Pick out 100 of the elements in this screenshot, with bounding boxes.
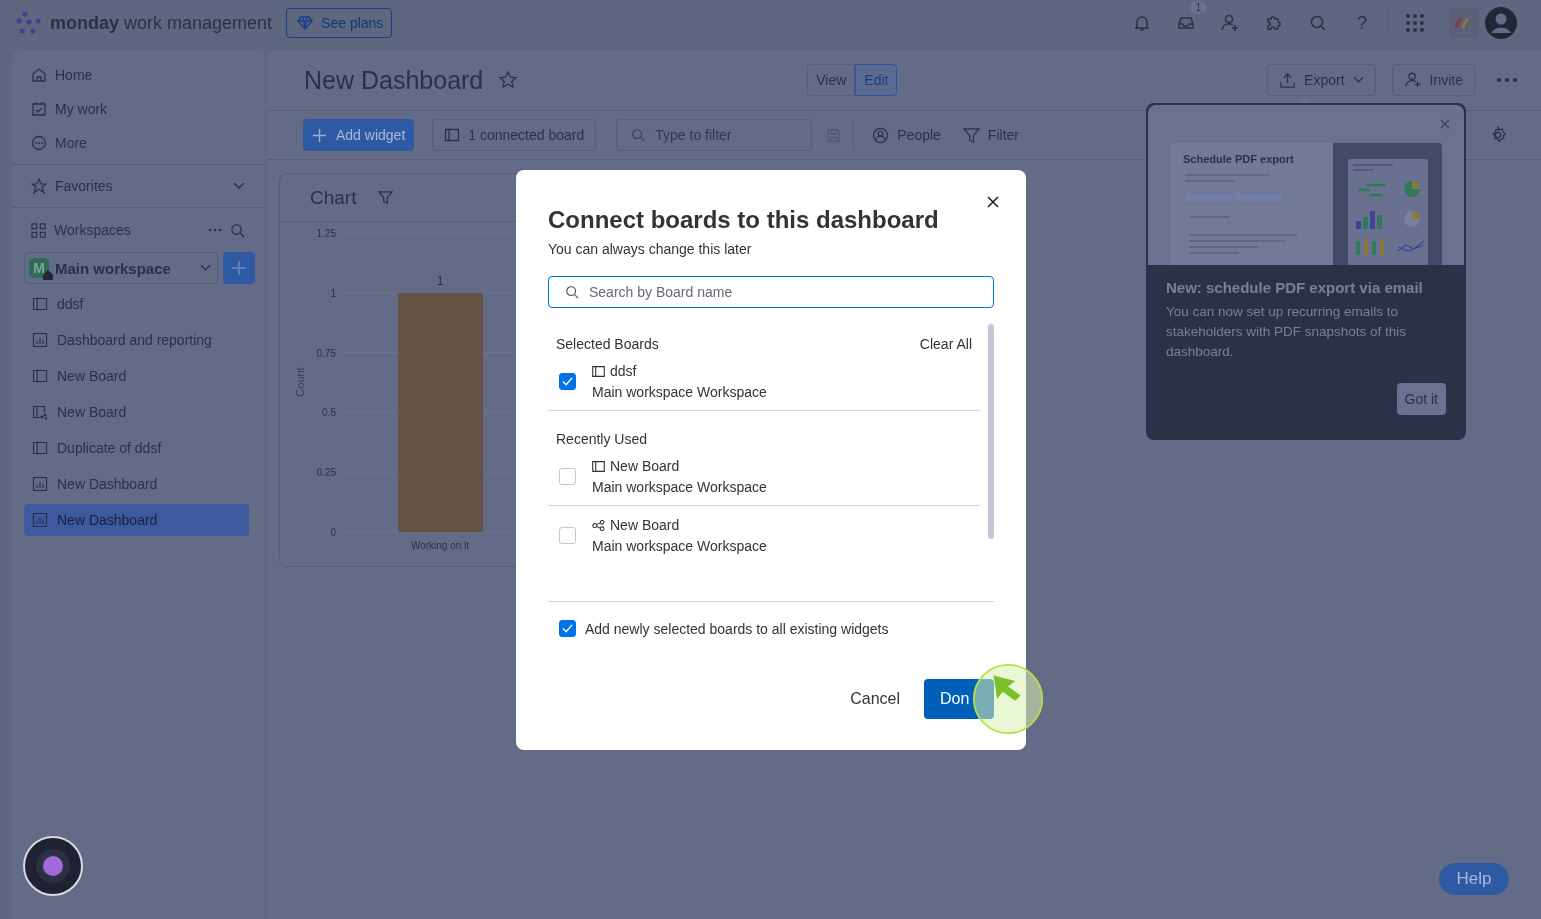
- nav-item[interactable]: Home: [12, 58, 265, 92]
- more-icon[interactable]: [1497, 78, 1517, 82]
- board-list-item[interactable]: Dashboard and reporting: [24, 324, 249, 356]
- share-icon: [592, 519, 605, 531]
- more-icon[interactable]: [208, 228, 222, 232]
- add-person-icon[interactable]: [1220, 13, 1240, 33]
- checkbox[interactable]: [559, 468, 576, 485]
- popover-title: New: schedule PDF export via email: [1166, 279, 1424, 296]
- filter-icon[interactable]: [378, 190, 394, 205]
- tick-label: 1.25: [316, 228, 336, 239]
- more-icon: [31, 135, 47, 151]
- checkbox-label[interactable]: Add newly selected boards to all existing widgets: [585, 620, 889, 637]
- widget-title: Chart: [310, 186, 357, 209]
- board-list-item[interactable]: Duplicate of ddsf: [24, 432, 249, 464]
- help-icon[interactable]: ?: [1352, 12, 1372, 34]
- dashboard-icon: [32, 332, 48, 348]
- avatar-icon[interactable]: [1485, 7, 1517, 39]
- tick-label: 0.75: [316, 347, 336, 359]
- search-field[interactable]: Search by Board name: [548, 276, 994, 308]
- cursor-highlight-icon: [972, 663, 1044, 735]
- star-icon: [31, 178, 47, 194]
- tick-label: 1: [330, 287, 336, 299]
- workspace-name: Main workspace Workspace: [592, 479, 767, 495]
- board-name: New Board: [610, 517, 680, 533]
- close-icon[interactable]: [987, 196, 999, 208]
- tick-label: 0.5: [322, 407, 336, 419]
- dialog-subtitle: You can always change this later: [548, 241, 753, 257]
- product-name: monday work management: [50, 12, 273, 34]
- tick-label: 0: [330, 527, 336, 538]
- home-icon: [31, 67, 47, 83]
- workspaces-label: Workspaces: [54, 222, 132, 238]
- dashboard-icon: [32, 476, 48, 492]
- clear-all-link[interactable]: Clear All: [919, 336, 972, 352]
- workspace-name: Main workspace Workspace: [592, 384, 767, 400]
- invite-button[interactable]: Invite: [1391, 64, 1475, 96]
- chevron-icon[interactable]: [233, 182, 245, 190]
- save-icon[interactable]: [826, 127, 842, 143]
- section-title: Recently Used: [556, 431, 648, 447]
- search-icon[interactable]: [230, 222, 245, 238]
- person-icon: [872, 126, 890, 144]
- upload-icon: [1279, 71, 1297, 89]
- board-list-item[interactable]: ddsf: [24, 288, 249, 320]
- favorites-label[interactable]: Favorites: [55, 178, 225, 194]
- see-plans-button[interactable]: See plans: [286, 8, 393, 38]
- search-icon[interactable]: [1308, 13, 1328, 33]
- board-name: ddsf: [610, 363, 637, 379]
- workspace-name: Main workspace Workspace: [592, 538, 767, 554]
- board-icon: [32, 440, 48, 456]
- board-name: New Board: [610, 458, 680, 474]
- search-icon: [631, 128, 646, 142]
- board-icon: [32, 296, 48, 312]
- nav-item[interactable]: More: [12, 126, 265, 160]
- board-list-item[interactable]: New Board: [24, 360, 249, 392]
- star-icon[interactable]: [499, 71, 518, 89]
- board-icon: [32, 368, 48, 384]
- filter-button[interactable]: Filter: [956, 126, 1025, 144]
- grid-icon: [31, 222, 46, 238]
- mode-tab[interactable]: Edit: [855, 64, 898, 96]
- plus-icon: [231, 260, 247, 276]
- checkbox[interactable]: [559, 620, 576, 637]
- preview-title: Schedule PDF export: [1183, 153, 1295, 165]
- shared-board-icon: [32, 404, 48, 420]
- got-it-button[interactable]: Got it: [1396, 383, 1446, 415]
- board-icon: [592, 365, 605, 377]
- checkmark-icon: [562, 624, 573, 633]
- apps-grid-icon[interactable]: [1405, 13, 1425, 33]
- diamond-icon: [297, 16, 314, 30]
- section-title: Selected Boards: [556, 336, 659, 352]
- nav-item[interactable]: My work: [12, 92, 265, 126]
- workspace-dropdown[interactable]: M Main workspace: [24, 252, 218, 284]
- board-list-item[interactable]: New Dashboard: [24, 504, 249, 536]
- done-button[interactable]: Don: [924, 679, 994, 719]
- puzzle-icon[interactable]: [1264, 13, 1284, 33]
- bell-icon[interactable]: [1132, 13, 1152, 33]
- chevron-icon: [1352, 76, 1364, 84]
- logo-icon: [16, 11, 42, 35]
- add-button[interactable]: [223, 252, 255, 284]
- connected-boards-button[interactable]: 1 connected board: [432, 119, 597, 151]
- dialog-title: Connect boards to this dashboard: [548, 206, 940, 234]
- help-button[interactable]: Help: [1439, 863, 1509, 895]
- dashboard-icon: [32, 512, 48, 528]
- cancel-button[interactable]: Cancel: [834, 679, 916, 719]
- board-list-item[interactable]: New Dashboard: [24, 468, 249, 500]
- home-icon: [43, 270, 53, 280]
- notification-count: 1: [1190, 1, 1206, 14]
- brand-mark-icon[interactable]: [1449, 8, 1479, 38]
- popover-text: You can now set up recurring emails to stakeholders with PDF snapshots of this dashboard.: [1166, 303, 1408, 361]
- scrollbar[interactable]: [988, 324, 994, 539]
- people-filter-button[interactable]: People: [866, 126, 947, 144]
- add-person-icon: [1403, 71, 1422, 89]
- checkbox[interactable]: [559, 527, 576, 544]
- add-widget-button[interactable]: Add widget: [303, 119, 415, 151]
- dashboard-title: New Dashboard: [304, 65, 484, 95]
- checkbox[interactable]: [559, 373, 576, 390]
- export-button[interactable]: Export: [1267, 64, 1376, 96]
- checkmark-icon: [562, 377, 573, 386]
- filter-icon: [962, 126, 980, 144]
- board-icon: [444, 127, 461, 143]
- tick-label: 0.25: [316, 467, 336, 479]
- board-list-item[interactable]: New Board: [24, 396, 249, 428]
